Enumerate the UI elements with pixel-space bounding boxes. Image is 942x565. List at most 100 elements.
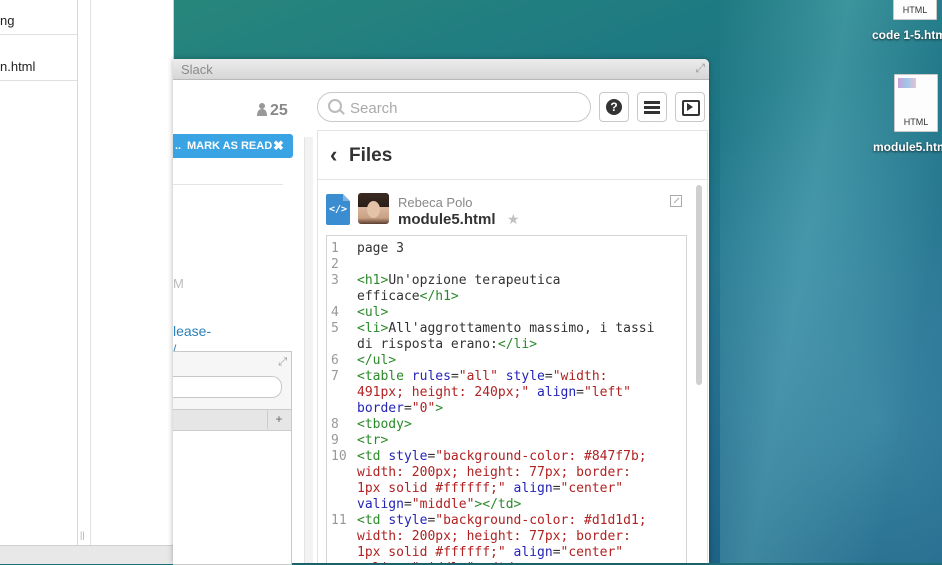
scrollbar-thumb[interactable] bbox=[696, 185, 702, 385]
finder-item[interactable]: n.html bbox=[0, 59, 35, 74]
code-token: <tr> bbox=[357, 433, 389, 448]
code-token: valign bbox=[357, 497, 404, 512]
avatar[interactable] bbox=[358, 193, 389, 224]
code-line: width: 200px; height: 77px; border: bbox=[357, 465, 631, 481]
doc-thumbnail bbox=[898, 78, 916, 88]
line-number: 6 bbox=[331, 353, 339, 368]
code-token: style bbox=[388, 449, 428, 464]
search-input[interactable] bbox=[348, 97, 582, 119]
help-button[interactable]: ? bbox=[599, 92, 629, 122]
code-token: rules bbox=[411, 369, 451, 384]
open-external-icon[interactable] bbox=[670, 195, 682, 207]
code-token: <table bbox=[357, 369, 412, 384]
code-token: </li> bbox=[497, 337, 538, 352]
close-icon[interactable]: ✖ bbox=[273, 134, 284, 158]
line-number: 8 bbox=[331, 417, 339, 432]
code-line: <tr> bbox=[357, 433, 388, 449]
code-line: 491px; height: 240px;" align="left" bbox=[357, 385, 631, 401]
code-token: 1px solid #ffffff;" bbox=[357, 545, 506, 560]
files-panel: ‹ Files </> Rebeca Polo module5.html ★ 1… bbox=[317, 130, 708, 563]
code-line: page 3 bbox=[357, 241, 404, 257]
code-line: <li>All'aggrottamento massimo, i tassi bbox=[357, 321, 654, 337]
code-token: style bbox=[388, 513, 428, 528]
avatar-face bbox=[367, 201, 380, 218]
files-title: Files bbox=[349, 145, 393, 166]
flexpane-toggle-button[interactable] bbox=[675, 92, 705, 122]
fullscreen-icon[interactable]: ⤢ bbox=[278, 356, 287, 369]
code-line: <ul> bbox=[357, 305, 388, 321]
code-token: ></td> bbox=[474, 497, 522, 512]
doc-type-label: HTML bbox=[903, 117, 929, 127]
divider bbox=[173, 184, 283, 185]
code-line: width: 200px; height: 77px; border: bbox=[357, 529, 631, 545]
mark-as-read-button[interactable]: MARK AS READ bbox=[187, 134, 272, 158]
line-number: 9 bbox=[331, 433, 339, 448]
line-number: 3 bbox=[331, 273, 339, 288]
code-token: "left" bbox=[583, 385, 631, 400]
finder-column: ng n.html bbox=[0, 0, 78, 545]
code-token: "all" bbox=[458, 369, 498, 384]
code-token: = bbox=[403, 401, 412, 416]
search-icon bbox=[328, 99, 342, 113]
code-token: 491px; height: 240px;" bbox=[357, 385, 530, 400]
html-document-icon: HTML bbox=[893, 0, 937, 20]
window-title: Slack bbox=[181, 62, 213, 77]
code-token: "0" bbox=[411, 401, 436, 416]
finder-column-divider bbox=[90, 0, 91, 545]
html-document-icon: HTML bbox=[894, 74, 938, 132]
back-chevron-icon[interactable]: ‹ bbox=[330, 144, 337, 166]
message-timestamp-fragment: M bbox=[173, 276, 184, 291]
code-token: Un'opzione terapeutica bbox=[388, 273, 561, 288]
code-token: <tbody> bbox=[357, 417, 412, 432]
code-line: <tbody> bbox=[357, 417, 412, 433]
code-line: 1px solid #ffffff;" align="center" bbox=[357, 545, 623, 561]
pane-resize-handle[interactable] bbox=[304, 137, 313, 563]
desktop-file-caption[interactable]: module5.htm bbox=[873, 140, 942, 154]
window-body bbox=[173, 431, 291, 564]
code-token: 1px solid #ffffff;" bbox=[357, 481, 506, 496]
code-token: width: 200px; height: 77px; border: bbox=[357, 465, 631, 480]
code-token: = bbox=[552, 545, 561, 560]
member-count[interactable]: 25 bbox=[257, 102, 288, 120]
code-token: "width: bbox=[552, 369, 608, 384]
code-token: "background-color: #d1d1d1; bbox=[435, 513, 647, 528]
message-link[interactable]: lease- bbox=[173, 323, 211, 339]
code-line: valign="middle"></td> bbox=[357, 497, 521, 513]
add-icon[interactable]: + bbox=[267, 409, 290, 429]
doc-type-label: HTML bbox=[902, 5, 928, 15]
uploader-name[interactable]: Rebeca Polo bbox=[398, 195, 472, 210]
play-triangle-icon bbox=[687, 103, 693, 111]
code-token: = bbox=[403, 497, 412, 512]
line-number: 10 bbox=[331, 449, 347, 464]
line-number: 2 bbox=[331, 257, 339, 272]
code-line: </ul> bbox=[357, 353, 396, 369]
code-token: style bbox=[497, 369, 545, 384]
star-icon[interactable]: ★ bbox=[507, 211, 520, 228]
line-number: 4 bbox=[331, 305, 339, 320]
finder-item[interactable]: ng bbox=[0, 13, 14, 28]
fullscreen-icon[interactable]: ⤢ bbox=[695, 61, 705, 76]
code-token: align bbox=[529, 385, 577, 400]
code-token: </ul> bbox=[357, 353, 397, 368]
code-token: "center" bbox=[560, 481, 624, 496]
window-titlebar[interactable]: Slack ⤢ bbox=[173, 59, 709, 80]
column-resize-grip[interactable]: || bbox=[80, 530, 85, 540]
finder-divider bbox=[0, 80, 77, 81]
code-token: page 3 bbox=[357, 241, 404, 256]
list-view-button[interactable] bbox=[637, 92, 667, 122]
code-token: All'aggrottamento massimo, i tassi bbox=[388, 321, 655, 336]
code-token: = bbox=[544, 369, 553, 384]
code-token: width: 200px; height: 77px; border: bbox=[357, 529, 631, 544]
file-name[interactable]: module5.html bbox=[398, 211, 496, 228]
code-file-icon: </> bbox=[326, 194, 350, 225]
search-field[interactable] bbox=[173, 376, 282, 398]
code-line: efficace</h1> bbox=[357, 289, 459, 305]
search-box[interactable] bbox=[317, 92, 591, 122]
code-preview: 1 page 3 2 3 <h1>Un'opzione terapeutica effic… bbox=[326, 235, 687, 563]
code-token: = bbox=[576, 385, 584, 400]
line-number: 1 bbox=[331, 241, 339, 256]
desktop-file-caption[interactable]: code 1-5.htm bbox=[872, 28, 942, 42]
code-token: di risposta erano: bbox=[357, 337, 498, 352]
ellipsis: .. bbox=[175, 140, 182, 152]
mark-as-read-banner[interactable]: .. MARK AS READ ✖ bbox=[173, 134, 293, 158]
